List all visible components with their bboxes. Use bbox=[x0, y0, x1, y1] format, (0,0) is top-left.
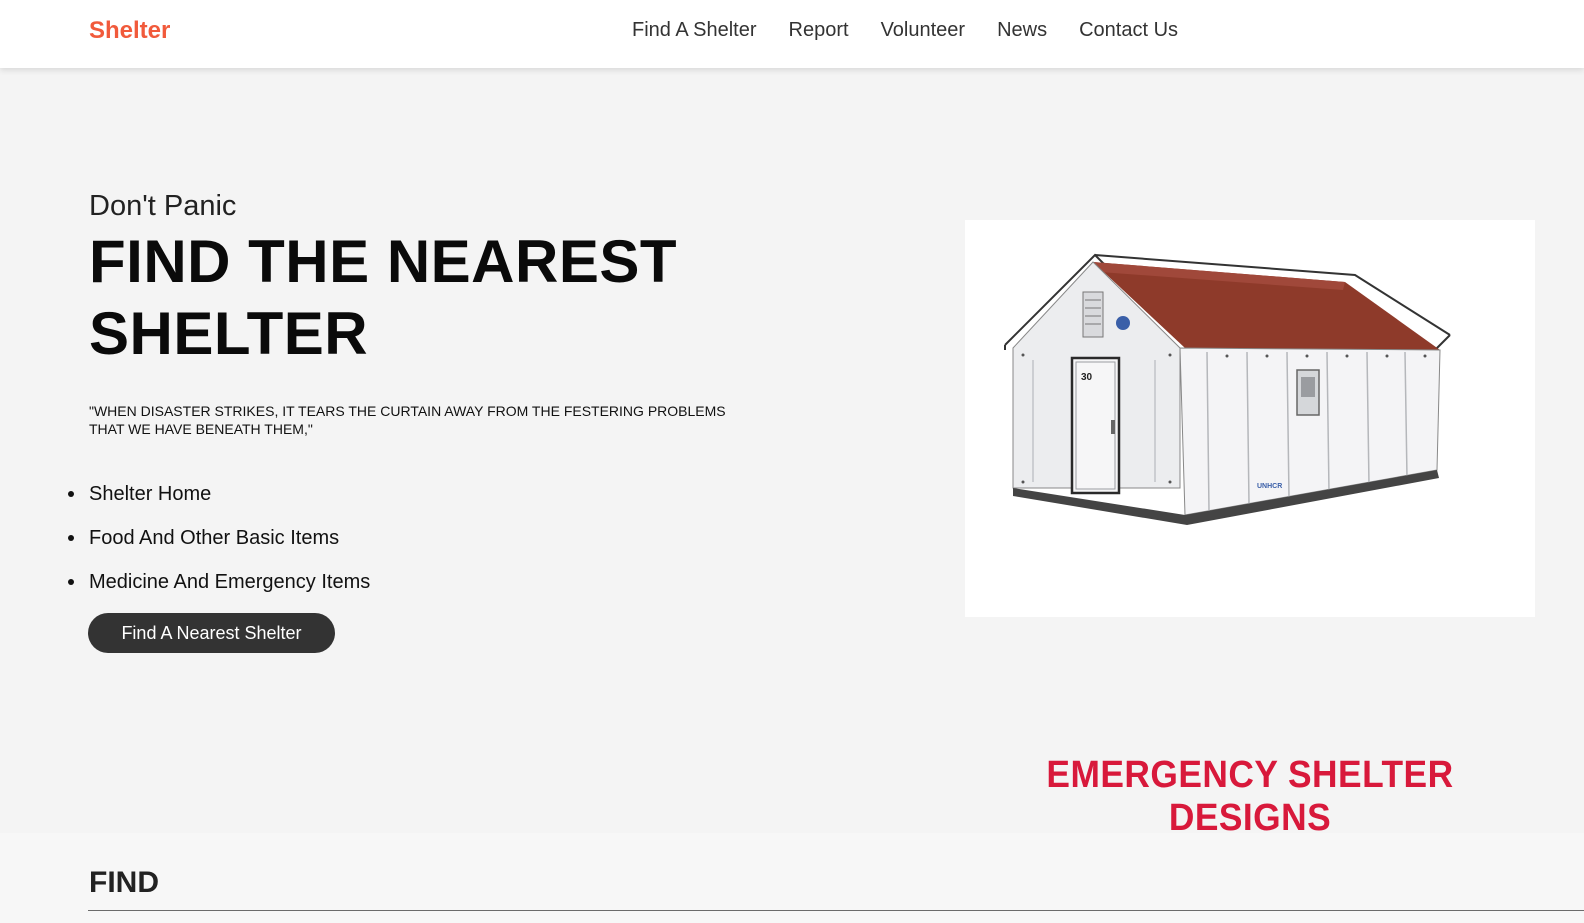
bullet-icon bbox=[68, 579, 74, 585]
feature-label: Shelter Home bbox=[89, 483, 212, 505]
shelter-image: 30 UNHCR EMERGENCY SHELTER DESIGNS bbox=[965, 220, 1535, 839]
nav-link-report[interactable]: Report bbox=[789, 19, 849, 42]
feature-item: Medicine And Emergency Items bbox=[68, 568, 371, 596]
nav-item-report: Report bbox=[789, 19, 849, 42]
find-nearest-shelter-button[interactable]: Find A Nearest Shelter bbox=[88, 613, 335, 653]
top-navbar: Shelter Find A Shelter Report Volunteer … bbox=[0, 0, 1584, 68]
shelter-illustration: 30 UNHCR bbox=[1004, 253, 1451, 525]
nav-link-news[interactable]: News bbox=[997, 19, 1047, 42]
feature-label: Food And Other Basic Items bbox=[89, 527, 340, 549]
nav-link-volunteer[interactable]: Volunteer bbox=[881, 19, 966, 42]
nav-item-find-a-shelter: Find A Shelter bbox=[632, 19, 757, 42]
nav-link-contact-us[interactable]: Contact Us bbox=[1079, 19, 1178, 42]
unhcr-label: UNHCR bbox=[1257, 483, 1282, 490]
brand-logo[interactable]: Shelter bbox=[89, 17, 170, 45]
bullet-icon bbox=[68, 535, 74, 541]
bullet-icon bbox=[68, 491, 74, 497]
image-caption: EMERGENCY SHELTER DESIGNS bbox=[1046, 754, 1454, 839]
door-number: 30 bbox=[1081, 372, 1093, 383]
hero-quote: "WHEN DISASTER STRIKES, IT TEARS THE CUR… bbox=[89, 403, 726, 437]
hero-subtitle: Don't Panic bbox=[89, 190, 237, 222]
feature-item: Shelter Home bbox=[68, 480, 370, 508]
feature-item: Food And Other Basic Items bbox=[68, 524, 370, 552]
find-section: FIND bbox=[0, 833, 1584, 923]
nav-item-volunteer: Volunteer bbox=[881, 19, 966, 42]
find-heading: FIND bbox=[89, 866, 159, 899]
feature-label: Medicine And Emergency Items bbox=[89, 571, 371, 593]
nav-links: Find A Shelter Report Volunteer News Con… bbox=[632, 19, 1178, 42]
feature-list: Shelter Home Food And Other Basic Items … bbox=[68, 480, 371, 612]
nav-item-news: News bbox=[997, 19, 1047, 42]
nav-item-contact-us: Contact Us bbox=[1079, 19, 1178, 42]
nav-link-find-a-shelter[interactable]: Find A Shelter bbox=[632, 19, 757, 42]
section-divider bbox=[88, 910, 1584, 911]
hero-title: FIND THE NEAREST SHELTER bbox=[89, 228, 678, 367]
